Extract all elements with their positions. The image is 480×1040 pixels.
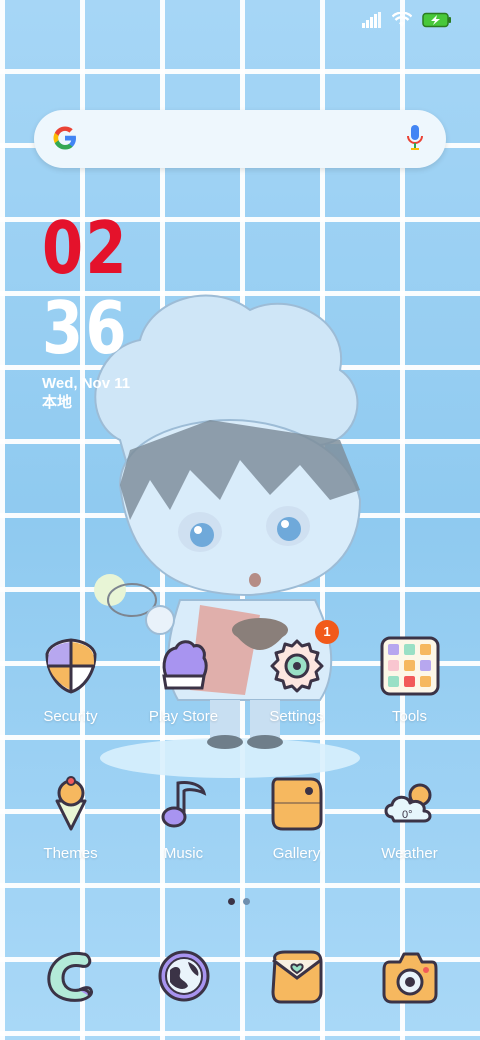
shield-icon bbox=[44, 638, 97, 694]
weather-temp-text: 0° bbox=[402, 809, 413, 821]
clock-minute: 36 bbox=[42, 286, 130, 370]
app-music[interactable]: Music bbox=[127, 773, 240, 862]
gear-icon bbox=[270, 639, 323, 693]
app-themes[interactable]: Themes bbox=[14, 773, 127, 862]
music-note-icon bbox=[161, 781, 206, 828]
clock-widget[interactable]: 02 36 bbox=[42, 212, 148, 372]
signal-icon bbox=[362, 12, 381, 28]
location-text: 本地 bbox=[42, 394, 73, 411]
app-label: Tools bbox=[391, 708, 428, 725]
phone-icon[interactable] bbox=[41, 946, 101, 1006]
app-label: Settings bbox=[269, 708, 324, 725]
app-weather[interactable]: 0° Weather bbox=[353, 773, 466, 862]
app-settings[interactable]: Settings bbox=[240, 636, 353, 725]
google-search-bar[interactable] bbox=[34, 110, 446, 168]
camera-icon[interactable] bbox=[380, 946, 440, 1006]
app-play-store[interactable]: Play Store bbox=[127, 636, 240, 725]
page-indicator bbox=[228, 898, 250, 905]
app-label: Weather bbox=[381, 845, 438, 862]
page-dot-active bbox=[228, 898, 235, 905]
date-widget: Wed, Nov 11 本地 bbox=[42, 374, 130, 412]
app-gallery[interactable]: Gallery bbox=[240, 773, 353, 862]
app-label: Themes bbox=[43, 845, 98, 862]
folder-tools[interactable]: Tools bbox=[353, 636, 466, 725]
date-text: Wed, Nov 11 bbox=[42, 375, 131, 392]
wifi-icon bbox=[392, 12, 412, 27]
app-label: Music bbox=[163, 845, 204, 862]
glove-icon bbox=[161, 640, 208, 690]
app-label: Security bbox=[43, 708, 98, 725]
folder-grid-icon bbox=[380, 636, 439, 696]
page-dot bbox=[243, 898, 250, 905]
app-label: Play Store bbox=[148, 708, 219, 725]
status-icons bbox=[362, 12, 452, 28]
cloud-sun-icon: 0° bbox=[384, 783, 431, 823]
battery-charging-icon bbox=[422, 12, 451, 28]
clock-hour: 02 bbox=[42, 206, 130, 290]
browser-globe-icon[interactable] bbox=[154, 946, 214, 1006]
messages-envelope-icon[interactable] bbox=[267, 946, 327, 1006]
google-logo-icon bbox=[53, 126, 76, 150]
status-bar bbox=[0, 0, 480, 42]
ice-cream-icon bbox=[55, 776, 86, 831]
app-security[interactable]: Security bbox=[14, 636, 127, 725]
gallery-icon bbox=[271, 777, 322, 831]
app-label: Gallery bbox=[272, 845, 321, 862]
notification-badge: 1 bbox=[315, 620, 339, 644]
microphone-icon[interactable] bbox=[406, 124, 424, 152]
